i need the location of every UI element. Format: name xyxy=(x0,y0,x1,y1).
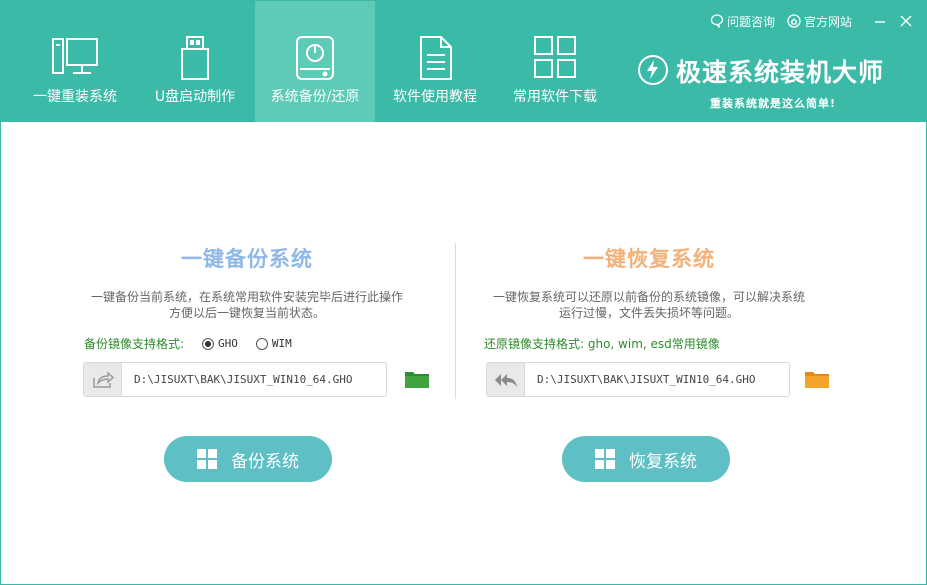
restore-path-text: D:\JISUXT\BAK\JISUXT_WIN10_64.GHO xyxy=(537,373,756,386)
restore-icon-button[interactable] xyxy=(487,363,525,396)
backup-format-label: 备份镜像支持格式: xyxy=(84,337,185,351)
windows-logo-icon xyxy=(595,449,615,469)
chat-bubble-icon xyxy=(710,14,724,28)
backup-path-text: D:\JISUXT\BAK\JISUXT_WIN10_64.GHO xyxy=(134,373,353,386)
top-links: 问题咨询 官方网站 xyxy=(710,11,916,31)
minimize-button[interactable] xyxy=(870,11,890,31)
backup-button-label: 备份系统 xyxy=(231,451,299,472)
nav-software-download[interactable]: 常用软件下载 xyxy=(495,1,615,122)
restore-desc-line1: 一键恢复系统可以还原以前备份的系统镜像，可以解决系统 xyxy=(492,290,805,304)
close-icon xyxy=(900,15,912,27)
restore-format-row: 还原镜像支持格式: gho, wim, esd常用镜像 xyxy=(484,335,720,352)
faq-link[interactable]: 问题咨询 xyxy=(710,13,775,30)
backup-drive-icon xyxy=(296,36,334,80)
folder-icon[interactable] xyxy=(804,369,830,389)
top-navigation-bar: 一键重装系统 U盘启动制作 系统备份/还原 软件使用教程 常用软件下载 极速系统… xyxy=(1,1,926,122)
nav-label-reinstall: 一键重装系统 xyxy=(33,89,117,105)
home-circle-icon xyxy=(787,14,801,28)
backup-path-field[interactable]: D:\JISUXT\BAK\JISUXT_WIN10_64.GHO xyxy=(83,362,387,397)
faq-link-label: 问题咨询 xyxy=(726,14,775,29)
backup-title: 一键备份系统 xyxy=(181,247,313,271)
nav-label-usb: U盘启动制作 xyxy=(154,89,236,105)
share-icon-button[interactable] xyxy=(84,363,122,396)
backup-desc-line2: 方便以后一键恢复当前状态。 xyxy=(168,306,325,320)
restore-desc-line2: 运行过慢，文件丢失损坏等问题。 xyxy=(558,306,739,320)
app-window: 一键重装系统 U盘启动制作 系统备份/还原 软件使用教程 常用软件下载 极速系统… xyxy=(0,0,927,585)
website-link-label: 官方网站 xyxy=(803,14,852,29)
monitor-icon xyxy=(52,38,98,74)
brand: 极速系统装机大师 重装系统就是这么简单! xyxy=(638,51,898,115)
folder-icon[interactable] xyxy=(404,369,430,389)
backup-system-button[interactable]: 备份系统 xyxy=(164,436,332,482)
restore-title: 一键恢复系统 xyxy=(583,247,715,271)
reply-all-icon xyxy=(494,373,517,387)
restore-format-label: 还原镜像支持格式: gho, wim, esd常用镜像 xyxy=(484,337,720,351)
backup-description: 一键备份当前系统，在系统常用软件安装完毕后进行此操作 方便以后一键恢复当前状态。 xyxy=(47,289,447,321)
radio-wim-dot xyxy=(255,337,268,350)
nav-usb-boot[interactable]: U盘启动制作 xyxy=(135,1,255,122)
restore-description: 一键恢复系统可以还原以前备份的系统镜像，可以解决系统 运行过慢，文件丢失损坏等问… xyxy=(449,289,849,321)
nav-tutorial[interactable]: 软件使用教程 xyxy=(375,1,495,122)
radio-wim-label: WIM xyxy=(271,337,292,350)
nav-one-click-reinstall[interactable]: 一键重装系统 xyxy=(15,1,135,122)
document-icon xyxy=(420,36,452,80)
restore-path-field[interactable]: D:\JISUXT\BAK\JISUXT_WIN10_64.GHO xyxy=(486,362,790,397)
nav-label-tutorial: 软件使用教程 xyxy=(393,89,477,105)
restore-button-label: 恢复系统 xyxy=(629,451,697,472)
usb-drive-icon xyxy=(181,36,209,80)
lightning-logo-icon xyxy=(638,55,668,85)
radio-gho-label: GHO xyxy=(218,337,238,350)
backup-desc-line1: 一键备份当前系统，在系统常用软件安装完毕后进行此操作 xyxy=(90,290,403,304)
windows-logo-icon xyxy=(197,449,217,469)
brand-slogan: 重装系统就是这么简单! xyxy=(710,97,837,110)
nav-label-download: 常用软件下载 xyxy=(513,89,597,105)
restore-system-button[interactable]: 恢复系统 xyxy=(562,436,730,482)
radio-gho-dot xyxy=(202,337,215,350)
grid-apps-icon xyxy=(534,36,576,78)
minimize-icon xyxy=(875,21,885,23)
share-arrow-icon xyxy=(92,370,114,388)
nav-backup-restore[interactable]: 系统备份/还原 xyxy=(255,1,375,122)
close-button[interactable] xyxy=(896,11,916,31)
brand-title: 极速系统装机大师 xyxy=(676,58,885,87)
radio-gho[interactable]: GHO xyxy=(202,337,238,350)
website-link[interactable]: 官方网站 xyxy=(787,13,852,30)
nav-label-backup: 系统备份/还原 xyxy=(270,89,360,105)
backup-format-row: 备份镜像支持格式: GHO WIM xyxy=(84,335,292,352)
radio-wim[interactable]: WIM xyxy=(255,337,292,350)
